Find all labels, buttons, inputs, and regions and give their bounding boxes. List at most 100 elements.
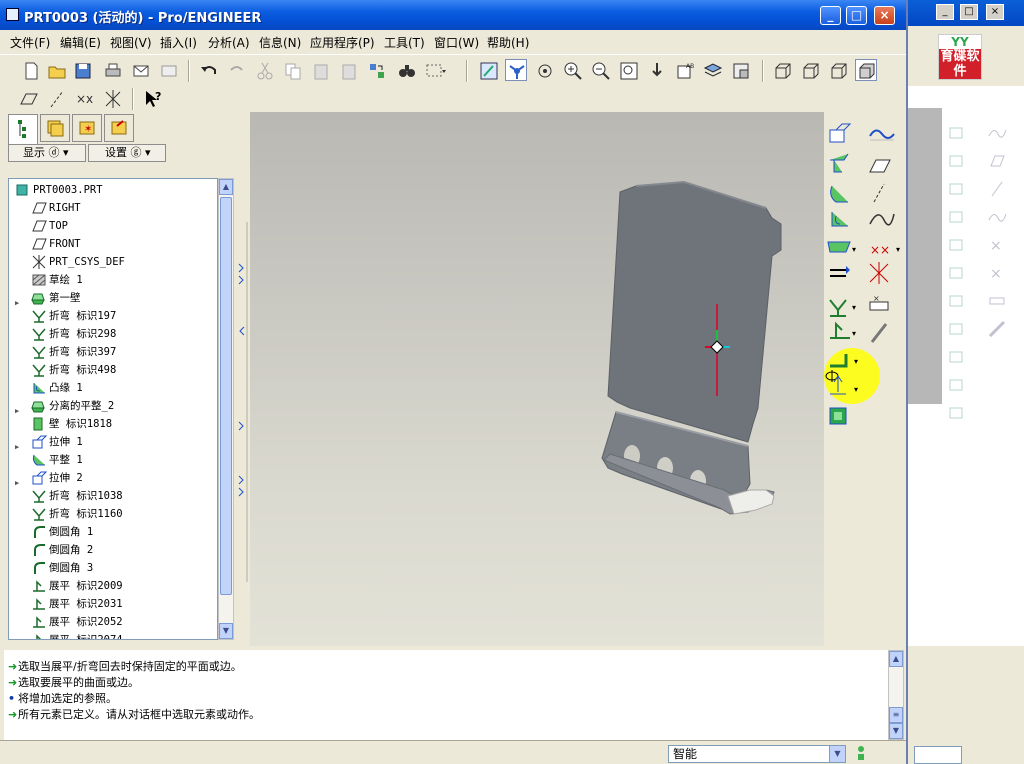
menu-view[interactable]: 视图(V) bbox=[110, 34, 152, 51]
save-icon[interactable] bbox=[72, 60, 94, 82]
flat-wall-tool-icon[interactable]: ▾ bbox=[827, 241, 856, 254]
reorient-icon[interactable] bbox=[646, 60, 668, 82]
menu-file[interactable]: 文件(F) bbox=[10, 34, 50, 51]
csys-display-icon[interactable] bbox=[102, 88, 124, 110]
scroll-down-button[interactable]: ▼ bbox=[219, 623, 233, 639]
selection-filter-select[interactable]: 智能 ▼ bbox=[668, 745, 846, 763]
tab-favorites[interactable]: ✶ bbox=[72, 114, 102, 142]
sheetmetal-part-view[interactable] bbox=[250, 112, 824, 646]
show-dropdown-button[interactable]: 显示 ⓓ ▾ bbox=[8, 144, 86, 162]
find-binoculars-icon[interactable] bbox=[396, 60, 418, 82]
tree-item[interactable]: 倒圆角 1 bbox=[9, 523, 217, 541]
datum-axis-tool-icon[interactable] bbox=[873, 183, 885, 203]
email-icon[interactable] bbox=[130, 60, 152, 82]
zoom-out-icon[interactable] bbox=[590, 60, 612, 82]
analysis-tool-icon[interactable]: × bbox=[869, 294, 889, 311]
tree-item[interactable]: ▶ 分离的平整_2 bbox=[9, 397, 217, 415]
tree-item[interactable]: ▶ 第一壁 bbox=[9, 289, 217, 307]
tree-item[interactable]: 壁 标识1818 bbox=[9, 415, 217, 433]
context-help-icon[interactable]: ? bbox=[142, 88, 164, 110]
tree-item[interactable]: PRT_CSYS_DEF bbox=[9, 253, 217, 271]
tree-item[interactable]: FRONT bbox=[9, 235, 217, 253]
tree-item[interactable]: 草绘 1 bbox=[9, 271, 217, 289]
tree-item[interactable]: TOP bbox=[9, 217, 217, 235]
orient-mode-icon[interactable] bbox=[534, 60, 556, 82]
bg-filter-select[interactable] bbox=[914, 746, 962, 764]
no-hidden-icon[interactable] bbox=[828, 60, 850, 82]
menu-edit[interactable]: 编辑(E) bbox=[60, 34, 101, 51]
datum-point-display-icon[interactable]: ×x bbox=[74, 88, 96, 110]
regenerate-icon[interactable] bbox=[366, 60, 388, 82]
tab-model-tree[interactable] bbox=[8, 114, 38, 144]
datum-plane-display-icon[interactable] bbox=[18, 88, 40, 110]
tree-item[interactable]: RIGHT bbox=[9, 199, 217, 217]
annotation-tool-icon[interactable] bbox=[870, 323, 888, 343]
flange-tool-icon[interactable] bbox=[831, 212, 848, 227]
tree-item[interactable]: 平整 1 bbox=[9, 451, 217, 469]
undo-icon[interactable] bbox=[198, 60, 220, 82]
bend-tool-icon[interactable]: ▾ bbox=[829, 299, 856, 317]
paste-special-icon[interactable] bbox=[338, 60, 360, 82]
revolve-tool-icon[interactable] bbox=[830, 185, 848, 203]
tree-item[interactable]: 倒圆角 3 bbox=[9, 559, 217, 577]
tree-item[interactable]: 折弯 标识1038 bbox=[9, 487, 217, 505]
chevron-down-icon[interactable]: ▼ bbox=[829, 746, 845, 762]
message-scroll-thumb[interactable]: ≡ bbox=[889, 707, 903, 723]
menu-insert[interactable]: 插入(I) bbox=[160, 34, 197, 51]
open-folder-icon[interactable] bbox=[46, 60, 68, 82]
paste-icon[interactable] bbox=[310, 60, 332, 82]
tree-item[interactable]: ▶ 拉伸 1 bbox=[9, 433, 217, 451]
datum-point-tool-icon[interactable]: ×× ▾ bbox=[870, 243, 900, 257]
shading-icon[interactable] bbox=[855, 59, 877, 81]
email-link-icon[interactable] bbox=[158, 60, 180, 82]
bg-close-button[interactable]: × bbox=[986, 4, 1004, 20]
close-button[interactable]: × bbox=[874, 6, 895, 25]
tree-item[interactable]: ▶ 拉伸 2 bbox=[9, 469, 217, 487]
unbend-tool-icon[interactable]: ▾ bbox=[830, 321, 856, 339]
tab-folder-browser[interactable] bbox=[40, 114, 70, 142]
model-tree-scrollbar[interactable]: ▲ ▼ bbox=[218, 178, 234, 640]
spin-center-icon[interactable] bbox=[505, 59, 527, 81]
extrude-tool-icon[interactable] bbox=[829, 123, 852, 143]
menu-analysis[interactable]: 分析(A) bbox=[208, 34, 250, 51]
bg-maximize-button[interactable]: □ bbox=[960, 4, 978, 20]
minimize-button[interactable]: _ bbox=[820, 6, 841, 25]
tree-item[interactable]: 倒圆角 2 bbox=[9, 541, 217, 559]
message-scroll-down[interactable]: ▼ bbox=[889, 723, 903, 739]
scroll-thumb[interactable] bbox=[220, 197, 232, 595]
zoom-in-icon[interactable] bbox=[562, 60, 584, 82]
tree-item[interactable]: 展平 标识2052 bbox=[9, 613, 217, 631]
print-icon[interactable] bbox=[102, 60, 124, 82]
tree-item[interactable]: 折弯 标识1160 bbox=[9, 505, 217, 523]
datum-axis-display-icon[interactable] bbox=[46, 88, 68, 110]
csys-tool-icon[interactable] bbox=[869, 262, 889, 284]
scroll-up-button[interactable]: ▲ bbox=[219, 179, 233, 195]
wireframe-icon[interactable] bbox=[772, 60, 794, 82]
tree-item[interactable]: 凸缘 1 bbox=[9, 379, 217, 397]
title-bar[interactable]: PRT0003 (活动的) - Pro/ENGINEER _ □ × bbox=[0, 0, 906, 30]
tree-item[interactable]: 展平 标识2074 bbox=[9, 631, 217, 639]
graphics-window[interactable] bbox=[250, 112, 824, 646]
tree-item[interactable]: 折弯 标识397 bbox=[9, 343, 217, 361]
sweep-tool-icon[interactable] bbox=[830, 153, 849, 173]
datum-plane-tool-icon[interactable] bbox=[869, 159, 891, 173]
maximize-button[interactable]: □ bbox=[846, 6, 867, 25]
settings-dropdown-button[interactable]: 设置 ⓖ ▾ bbox=[88, 144, 166, 162]
copy-icon[interactable] bbox=[282, 60, 304, 82]
menu-window[interactable]: 窗口(W) bbox=[434, 34, 479, 51]
tree-item[interactable]: 折弯 标识197 bbox=[9, 307, 217, 325]
layers-icon[interactable] bbox=[702, 60, 724, 82]
view-manager-icon[interactable] bbox=[730, 60, 752, 82]
menu-help[interactable]: 帮助(H) bbox=[487, 34, 529, 51]
cut-icon[interactable] bbox=[254, 60, 276, 82]
tree-item[interactable]: PRT0003.PRT bbox=[9, 181, 217, 199]
tree-item[interactable]: 折弯 标识498 bbox=[9, 361, 217, 379]
tree-item[interactable]: 展平 标识2031 bbox=[9, 595, 217, 613]
datum-curve-tool-icon[interactable] bbox=[869, 213, 895, 226]
menu-tools[interactable]: 工具(T) bbox=[384, 34, 425, 51]
refit-icon[interactable] bbox=[618, 60, 640, 82]
menu-applications[interactable]: 应用程序(P) bbox=[310, 34, 375, 51]
new-file-icon[interactable] bbox=[20, 60, 42, 82]
merge-tool-icon[interactable] bbox=[830, 266, 850, 277]
saved-views-icon[interactable]: AB bbox=[674, 60, 696, 82]
